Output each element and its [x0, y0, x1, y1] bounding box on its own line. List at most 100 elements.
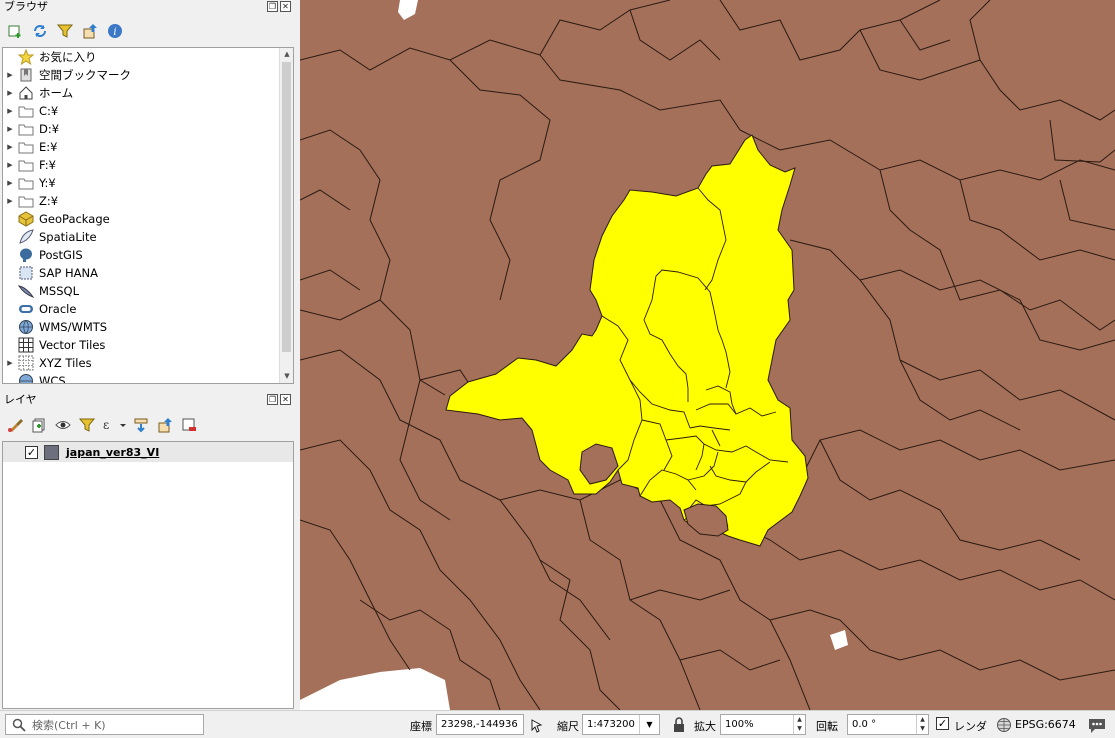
collapse-all-icon[interactable]: [156, 416, 174, 434]
add-layer-icon[interactable]: [6, 22, 24, 40]
add-group-icon[interactable]: [30, 416, 48, 434]
rotation-label: 回転: [816, 720, 838, 733]
browser-item-[interactable]: お気に入り: [3, 48, 293, 66]
browser-item-label: WMS/WMTS: [39, 320, 108, 334]
expand-arrow-icon[interactable]: ▶: [3, 161, 17, 169]
magnifier-field[interactable]: 100% ▲ ▼: [720, 714, 806, 735]
remove-layer-icon[interactable]: [180, 416, 198, 434]
vector-tiles-icon: [17, 337, 35, 353]
xyz-tiles-icon: [17, 355, 35, 371]
browser-item-xyz-tiles[interactable]: ▶ XYZ Tiles: [3, 354, 293, 372]
expression-filter-icon[interactable]: ε: [102, 416, 126, 434]
float-panel-icon[interactable]: ❐: [267, 1, 278, 12]
messages-icon[interactable]: [1087, 716, 1107, 737]
expand-arrow-icon[interactable]: ▶: [3, 143, 17, 151]
scale-dropdown-chevron-icon[interactable]: ▼: [639, 715, 659, 734]
browser-item-e[interactable]: ▶ E:¥: [3, 138, 293, 156]
scale-field[interactable]: 1:473200 ▼: [582, 714, 660, 735]
expand-arrow-icon[interactable]: ▶: [3, 71, 17, 79]
wms-icon: [17, 319, 35, 335]
map-svg[interactable]: [300, 0, 1115, 710]
browser-item-label: E:¥: [39, 140, 58, 154]
browser-item-geopackage[interactable]: GeoPackage: [3, 210, 293, 228]
render-checkbox[interactable]: ✓: [936, 717, 949, 730]
rotation-field[interactable]: 0.0 ° ▲ ▼: [847, 714, 929, 735]
browser-item-d[interactable]: ▶ D:¥: [3, 120, 293, 138]
browser-item-wms-wmts[interactable]: WMS/WMTS: [3, 318, 293, 336]
mouse-coordinate-toggle-icon[interactable]: [529, 717, 545, 736]
browser-item-wcs[interactable]: WCS: [3, 372, 293, 384]
browser-item-label: Y:¥: [39, 176, 56, 190]
close-panel-icon[interactable]: ✕: [280, 394, 291, 405]
expand-all-icon[interactable]: [132, 416, 150, 434]
search-placeholder: 検索(Ctrl + K): [32, 718, 106, 732]
expand-arrow-icon[interactable]: ▶: [3, 197, 17, 205]
browser-item-label: Vector Tiles: [39, 338, 106, 352]
browser-item-sap-hana[interactable]: SAP HANA: [3, 264, 293, 282]
browser-item-[interactable]: ▶ ホーム: [3, 84, 293, 102]
locator-search-input[interactable]: 検索(Ctrl + K): [5, 714, 204, 735]
refresh-icon[interactable]: [31, 22, 49, 40]
browser-panel-title-text: ブラウザ: [4, 0, 48, 13]
scrollbar-thumb[interactable]: [282, 62, 291, 352]
folder-icon: [17, 121, 35, 137]
browser-item-oracle[interactable]: Oracle: [3, 300, 293, 318]
browser-item-y[interactable]: ▶ Y:¥: [3, 174, 293, 192]
browser-item-label: WCS: [39, 374, 66, 384]
geopackage-icon: [17, 211, 35, 227]
browser-item-mssql[interactable]: MSSQL: [3, 282, 293, 300]
coordinate-field[interactable]: 23298,-144936: [436, 714, 524, 735]
browser-tree[interactable]: お気に入り ▶ 空間ブックマーク ▶ ホーム ▶ C:¥ ▶ D:¥ ▶ E:¥ ▶ F:¥ ▶ Y:¥ ▶ Z…: [2, 47, 294, 384]
layer-visibility-checkbox[interactable]: ✓: [25, 445, 38, 459]
scroll-down-icon[interactable]: ▼: [280, 370, 293, 383]
collapse-icon[interactable]: [81, 22, 99, 40]
float-panel-icon[interactable]: ❐: [267, 394, 278, 405]
browser-item-spatialite[interactable]: SpatiaLite: [3, 228, 293, 246]
expand-arrow-icon[interactable]: ▶: [3, 107, 17, 115]
expand-arrow-icon[interactable]: ▶: [3, 359, 17, 367]
browser-scrollbar[interactable]: ▲ ▼: [279, 48, 293, 383]
layer-row[interactable]: ✓ japan_ver83_VI: [3, 442, 293, 462]
layer-name[interactable]: japan_ver83_VI: [66, 446, 159, 459]
browser-item-label: D:¥: [39, 122, 60, 136]
expand-arrow-icon[interactable]: ▶: [3, 179, 17, 187]
star-icon: [17, 49, 35, 65]
browser-item-[interactable]: ▶ 空間ブックマーク: [3, 66, 293, 84]
filter-layer-icon[interactable]: [78, 416, 96, 434]
browser-item-f[interactable]: ▶ F:¥: [3, 156, 293, 174]
expand-arrow-icon[interactable]: ▶: [3, 89, 17, 97]
browser-item-c[interactable]: ▶ C:¥: [3, 102, 293, 120]
wcs-icon: [17, 373, 35, 383]
style-brush-icon[interactable]: [6, 416, 24, 434]
mssql-icon: [17, 283, 35, 299]
spatialite-icon: [17, 229, 35, 245]
svg-text:ε: ε: [103, 418, 109, 432]
layers-list[interactable]: ✓ japan_ver83_VI: [2, 441, 294, 709]
eye-visibility-icon[interactable]: [54, 416, 72, 434]
map-canvas[interactable]: [300, 0, 1115, 710]
crs-label[interactable]: EPSG:6674: [1015, 718, 1076, 731]
layers-panel-title-text: レイヤ: [4, 393, 37, 406]
browser-item-label: SpatiaLite: [39, 230, 97, 244]
folder-icon: [17, 175, 35, 191]
scale-label: 縮尺: [557, 720, 579, 733]
info-icon[interactable]: i: [106, 22, 124, 40]
filter-icon[interactable]: [56, 22, 74, 40]
browser-item-postgis[interactable]: PostGIS: [3, 246, 293, 264]
folder-icon: [17, 139, 35, 155]
browser-item-vector-tiles[interactable]: Vector Tiles: [3, 336, 293, 354]
close-panel-icon[interactable]: ✕: [280, 1, 291, 12]
layer-symbol-swatch[interactable]: [44, 444, 59, 460]
browser-item-z[interactable]: ▶ Z:¥: [3, 192, 293, 210]
browser-toolbar: i: [0, 18, 297, 44]
expand-arrow-icon[interactable]: ▶: [3, 125, 17, 133]
crs-globe-icon[interactable]: [996, 717, 1012, 736]
scroll-up-icon[interactable]: ▲: [280, 48, 293, 61]
svg-text:i: i: [113, 27, 116, 38]
magnifier-value: 100%: [725, 719, 754, 730]
bookmark-icon: [17, 67, 35, 83]
magnifier-spin-icon[interactable]: ▲ ▼: [793, 715, 805, 734]
rotation-spin-icon[interactable]: ▲ ▼: [916, 715, 928, 734]
lock-scale-icon[interactable]: [672, 717, 686, 736]
layers-panel-title: レイヤ ❐ ✕: [0, 393, 297, 409]
